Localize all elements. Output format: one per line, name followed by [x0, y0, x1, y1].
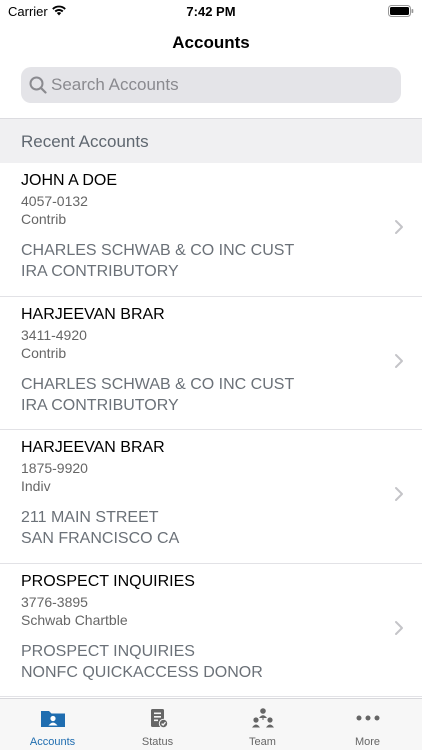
account-name: HARJEEVAN BRAR — [21, 439, 165, 456]
tab-label: Team — [249, 736, 276, 748]
account-title-line1: 211 MAIN STREET — [21, 509, 159, 526]
chevron-right-icon — [395, 620, 403, 635]
account-title-line1: CHARLES SCHWAB & CO INC CUST — [21, 242, 295, 259]
account-type: Indiv — [21, 478, 51, 494]
battery-icon — [388, 5, 414, 17]
account-title-line1: PROSPECT INQUIRIES — [21, 642, 195, 660]
search-icon — [29, 76, 47, 94]
account-row-1[interactable]: HARJEEVAN BRAR 3411-4920 Contrib CHARLES… — [0, 297, 422, 430]
account-title-line2: SAN FRANCISCO CA — [21, 530, 180, 547]
tab-more[interactable]: More — [315, 699, 420, 750]
search-bar[interactable] — [21, 67, 401, 103]
account-number: 3411-4920 — [21, 326, 87, 343]
tab-label: Accounts — [29, 736, 76, 748]
account-title-line1: CHARLES SCHWAB & CO INC CUST — [21, 375, 295, 393]
account-row-3[interactable]: PROSPECT INQUIRIES 3776-3895 Schwab Char… — [0, 564, 422, 697]
account-number: 1875-9920 — [21, 460, 88, 476]
page-title: Accounts — [172, 33, 250, 52]
accounts-list: JOHN A DOE 4057-0132 Contrib CHARLES SCH… — [0, 163, 422, 697]
account-title-line2: IRA CONTRIBUTORY — [21, 396, 179, 414]
chevron-right-icon — [395, 353, 403, 368]
tab-bar: Accounts Status Team More — [0, 698, 422, 750]
account-name: HARJEEVAN BRAR — [21, 305, 165, 323]
status-bar: Carrier 7:42 PM — [0, 0, 422, 24]
account-title-line2: NONFC QUICKACCESS DONOR — [21, 663, 263, 681]
tab-label: More — [354, 736, 381, 748]
status-time: 7:42 PM — [186, 4, 236, 19]
account-title-line2: IRA CONTRIBUTORY — [21, 263, 179, 280]
account-type: Contrib — [21, 211, 67, 227]
search-input[interactable] — [51, 67, 391, 103]
account-type: Contrib — [21, 344, 67, 361]
account-row-0[interactable]: JOHN A DOE 4057-0132 Contrib CHARLES SCH… — [0, 163, 422, 297]
team-icon — [251, 708, 274, 728]
folder-person-icon — [40, 711, 65, 727]
tab-team[interactable]: Team — [210, 699, 315, 750]
account-name: JOHN A DOE — [21, 172, 118, 189]
account-number: 3776-3895 — [21, 593, 88, 610]
account-type: Schwab Chartble — [21, 611, 128, 628]
account-number: 4057-0132 — [21, 193, 88, 209]
more-dots-icon — [356, 715, 379, 721]
tab-accounts[interactable]: Accounts — [0, 699, 105, 750]
tab-label: Status — [141, 736, 174, 748]
section-title: Recent Accounts — [21, 132, 149, 151]
chevron-right-icon — [395, 220, 403, 234]
section-header: Recent Accounts — [0, 118, 422, 163]
chevron-right-icon — [395, 487, 403, 501]
clipboard-check-icon — [150, 709, 168, 729]
account-row-2[interactable]: HARJEEVAN BRAR 1875-9920 Indiv 211 MAIN … — [0, 430, 422, 564]
account-name: PROSPECT INQUIRIES — [21, 572, 195, 590]
tab-status[interactable]: Status — [105, 699, 210, 750]
